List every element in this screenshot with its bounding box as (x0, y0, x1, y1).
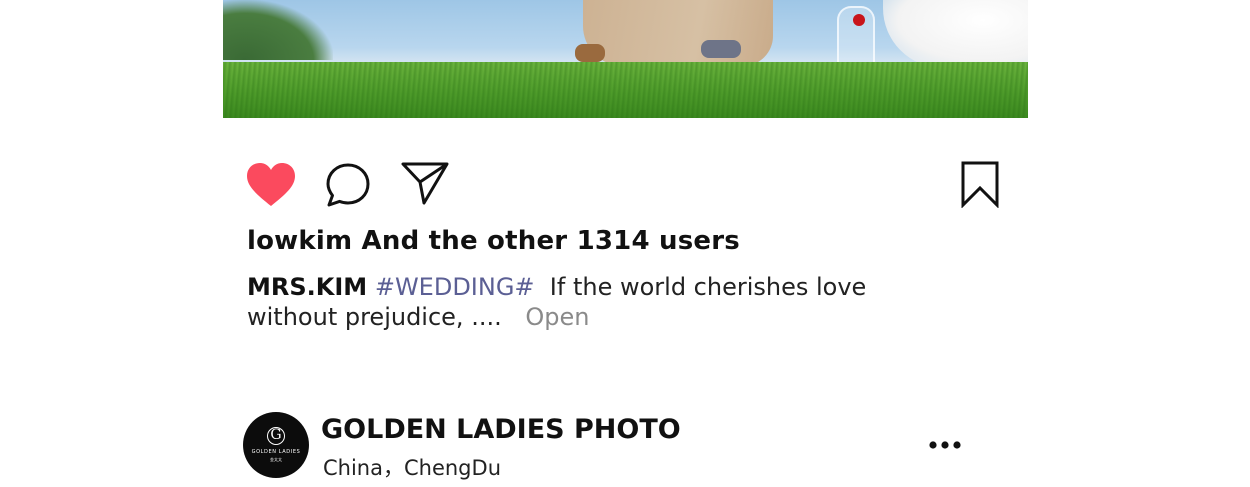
bookmark-icon[interactable] (960, 160, 1000, 208)
comment-icon[interactable] (325, 162, 371, 208)
photo-hill (223, 0, 333, 60)
caption-username[interactable]: MRS.KIM (247, 273, 367, 301)
avatar-sub-text: 金太太 (270, 457, 282, 462)
heart-icon[interactable] (246, 162, 296, 208)
avatar-monogram: G (267, 427, 285, 445)
post-caption: MRS.KIM #WEDDING# If the world cherishes… (247, 272, 947, 332)
avatar-brand-text: GOLDEN LADIES (251, 449, 301, 455)
photo-rose (853, 14, 865, 26)
photo-groom (583, 0, 773, 66)
send-icon[interactable] (400, 160, 450, 206)
avatar[interactable]: G GOLDEN LADIES 金太太 (243, 412, 309, 478)
caption-hashtag[interactable]: #WEDDING# (375, 273, 535, 301)
photo-grass (223, 62, 1028, 118)
account-location[interactable]: China，ChengDu (323, 452, 501, 482)
caption-open-link[interactable]: Open (525, 303, 589, 331)
photo-bride-dress (883, 0, 1028, 68)
more-options-icon[interactable] (928, 438, 962, 452)
post-photo[interactable] (223, 0, 1028, 118)
likes-summary[interactable]: lowkim And the other 1314 users (247, 226, 740, 256)
account-name[interactable]: GOLDEN LADIES PHOTO (321, 414, 681, 445)
photo-shoe (575, 44, 605, 62)
photo-shoe (701, 40, 741, 58)
